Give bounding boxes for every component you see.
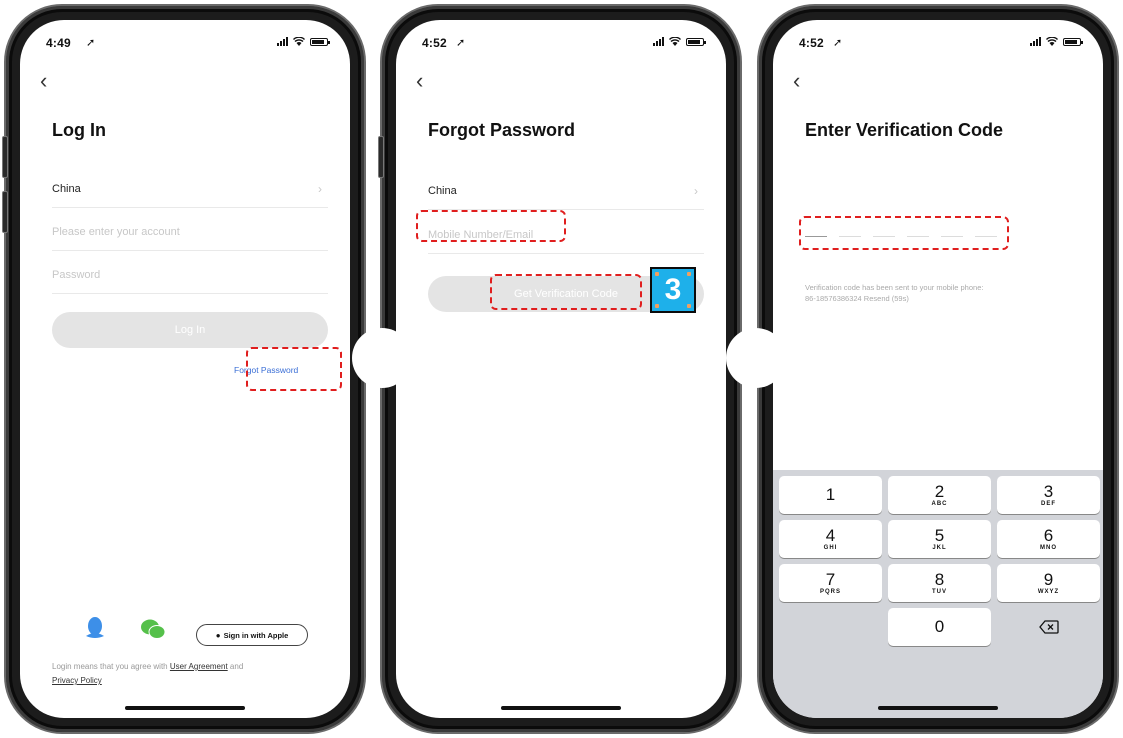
home-indicator — [125, 706, 245, 710]
wifi-icon — [669, 37, 681, 46]
phone-forgot-password: 4:52 ➚ ‹ Forgot Password China › Mobile … — [378, 4, 742, 734]
region-label: China — [428, 184, 457, 197]
highlight-mobile-input — [416, 210, 566, 242]
forgot-password-screen: 4:52 ➚ ‹ Forgot Password China › Mobile … — [396, 20, 726, 718]
signal-icon — [1030, 37, 1041, 46]
chevron-right-icon: › — [694, 183, 698, 198]
numeric-keypad: 1 2 ABC 3 DEF 4 GHI 5 JKL 6 MNO 7 PQRS 8 TUV 9W… — [773, 470, 1103, 718]
status-bar: 4:52 ➚ — [773, 20, 1103, 60]
location-icon: ➚ — [456, 37, 466, 49]
signal-icon — [653, 37, 664, 46]
highlight-code-input — [799, 216, 1009, 250]
page-title: Forgot Password — [428, 120, 576, 140]
key-0[interactable]: 0 — [888, 608, 991, 646]
region-selector[interactable]: China › — [428, 172, 704, 210]
key-1[interactable]: 1 — [779, 476, 882, 514]
phone-verification: 4:52 ➚ ‹ Enter Verification Code Verific… — [757, 4, 1119, 734]
chevron-left-icon[interactable]: ‹ — [416, 70, 423, 92]
wifi-icon — [293, 37, 305, 46]
apple-button-label: Sign in with Apple — [223, 630, 289, 640]
key-5[interactable]: 5 JKL — [888, 520, 991, 558]
status-bar: 4:49 ➚ — [20, 20, 350, 60]
qq-icon[interactable] — [84, 616, 106, 640]
code-sent-line1: Verification code has been sent to your … — [805, 283, 984, 292]
wechat-icon[interactable] — [140, 619, 166, 639]
key-7[interactable]: 7 PQRS — [779, 564, 882, 602]
key-2[interactable]: 2 ABC — [888, 476, 991, 514]
page-title: Log In — [52, 120, 106, 140]
home-indicator — [878, 706, 998, 710]
key-4[interactable]: 4 GHI — [779, 520, 882, 558]
privacy-policy-link[interactable]: Privacy Policy — [52, 676, 102, 685]
status-bar: 4:52 ➚ — [396, 20, 726, 60]
key-9[interactable]: 9 WXYZ — [997, 564, 1100, 602]
agreement-prefix: Login means that you agree with — [52, 662, 168, 671]
key-3[interactable]: 3 DEF — [997, 476, 1100, 514]
agreement-and: and — [229, 662, 244, 671]
highlight-get-code-button — [490, 274, 642, 310]
verification-screen: 4:52 ➚ ‹ Enter Verification Code Verific… — [773, 20, 1103, 718]
backspace-icon[interactable] — [997, 608, 1100, 646]
battery-icon — [310, 37, 330, 46]
sign-in-with-apple-button[interactable]: ● Sign in with Apple — [196, 624, 308, 646]
status-time: 4:52 — [422, 36, 447, 50]
step-badge: 3 — [650, 267, 696, 313]
password-input[interactable]: Password — [52, 256, 328, 294]
code-sent-line2: 86-18576386324 Resend (59s) — [805, 294, 909, 303]
connector-circle — [726, 328, 786, 388]
chevron-left-icon[interactable]: ‹ — [793, 70, 800, 92]
location-icon: ➚ — [833, 37, 843, 49]
chevron-left-icon[interactable]: ‹ — [40, 70, 47, 92]
phone-login: 4:49 ➚ ‹ Log In China › Please enter you… — [2, 4, 366, 734]
battery-icon — [686, 37, 706, 46]
page-title: Enter Verification Code — [805, 120, 1004, 140]
status-time: 4:52 — [799, 36, 824, 50]
signal-icon — [277, 37, 288, 46]
battery-icon — [1063, 37, 1083, 46]
key-6[interactable]: 6 MNO — [997, 520, 1100, 558]
password-placeholder: Password — [52, 268, 101, 281]
agreement-text: Login means that you agree with User Agr… — [52, 660, 330, 688]
home-indicator — [501, 706, 621, 710]
connector-circle — [352, 328, 412, 388]
login-button[interactable]: Log In — [52, 312, 328, 348]
key-8[interactable]: 8 TUV — [888, 564, 991, 602]
code-sent-message: Verification code has been sent to your … — [805, 282, 1083, 304]
wifi-icon — [1046, 37, 1058, 46]
login-screen: 4:49 ➚ ‹ Log In China › Please enter you… — [20, 20, 350, 718]
user-agreement-link[interactable]: User Agreement — [170, 662, 228, 671]
chevron-right-icon: › — [318, 181, 322, 196]
location-icon: ➚ — [86, 37, 96, 49]
highlight-forgot-password — [246, 347, 342, 391]
step-number: 3 — [664, 273, 682, 306]
region-selector[interactable]: China › — [52, 170, 328, 208]
region-label: China — [52, 182, 81, 195]
account-input[interactable]: Please enter your account — [52, 213, 328, 251]
status-time: 4:49 — [46, 36, 71, 50]
account-placeholder: Please enter your account — [52, 225, 180, 238]
apple-icon: ● — [215, 630, 221, 640]
